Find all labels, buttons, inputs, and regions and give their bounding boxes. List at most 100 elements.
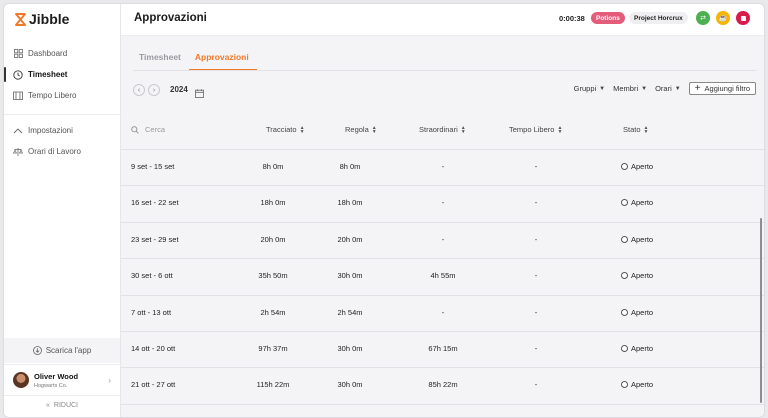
sidebar-item-timesheet[interactable]: Timesheet — [4, 64, 121, 85]
approvals-table: Cerca Tracciato ▲ ▼ Regola ▲ ▼ Straordinar… — [121, 110, 764, 405]
col-regola[interactable]: Regola ▲ ▼ — [345, 125, 377, 134]
prev-year-button[interactable]: ‹ — [133, 84, 145, 96]
status-cell: Aperto — [621, 271, 653, 280]
tracked-cell: 35h 50m — [258, 271, 288, 281]
sidebar-item-tempo-libero[interactable]: Tempo Libero — [4, 85, 121, 106]
project-badge[interactable]: Project Horcrux — [629, 12, 688, 24]
status-circle-icon — [621, 308, 628, 316]
sidebar-item-orari-di-lavoro[interactable]: Orari di Lavoro — [4, 141, 121, 162]
timeoff-cell: - — [534, 271, 538, 281]
tab-timesheet[interactable]: Timesheet — [133, 49, 189, 71]
timeoff-cell: - — [534, 380, 538, 390]
table-row[interactable]: 14 ott - 20 ott 97h 37m 30h 0m 67h 15m -… — [121, 332, 764, 369]
tab-approvazioni[interactable]: Approvazioni — [188, 49, 257, 71]
filter-label: Orari — [655, 84, 672, 93]
filter-orari[interactable]: Orari ▼ — [655, 84, 681, 93]
break-button[interactable]: ☕ — [716, 11, 730, 25]
top-header: Approvazioni 0:00:38 Potions Project Hor… — [121, 4, 764, 36]
logo-text: Jibble — [29, 11, 70, 27]
table-row[interactable]: 16 set - 22 set 18h 0m 18h 0m - - Aperto — [121, 186, 764, 223]
stop-timer-button[interactable] — [736, 11, 750, 25]
sidebar-item-dashboard[interactable]: Dashboard — [4, 43, 121, 64]
calendar-icon — [13, 91, 23, 101]
status-label: Aperto — [631, 307, 654, 317]
chevron-up-icon — [13, 126, 23, 136]
timeoff-cell: - — [534, 343, 538, 353]
sidebar: Jibble Dashboard Timesheet Tempo Libero — [4, 4, 121, 417]
toolbar: ‹ › 2024 Gruppi ▼ Membri ▼ Orari ▼ + Agg… — [133, 82, 756, 98]
overtime-cell: 67h 15m — [428, 343, 458, 353]
switch-activity-button[interactable]: ⇄ — [696, 11, 710, 25]
table-row[interactable]: 30 set - 6 ott 35h 50m 30h 0m 4h 55m - A… — [121, 259, 764, 296]
user-profile[interactable]: Oliver Wood Hogwarts Co. › — [4, 366, 120, 394]
filter-gruppi[interactable]: Gruppi ▼ — [574, 84, 605, 93]
stop-icon — [740, 15, 746, 21]
tabs: Timesheet Approvazioni — [133, 49, 257, 71]
col-tempo-libero[interactable]: Tempo Libero ▲ ▼ — [509, 125, 562, 134]
download-app-button[interactable]: Scarica l'app — [4, 338, 120, 363]
status-circle-icon — [621, 272, 628, 280]
sort-icon: ▲ ▼ — [557, 124, 563, 135]
table-row[interactable]: 23 set - 29 set 20h 0m 20h 0m - - Aperto — [121, 223, 764, 260]
sidebar-item-label: Dashboard — [28, 49, 68, 58]
week-cell: 23 set - 29 set — [131, 234, 179, 244]
download-icon — [32, 346, 42, 355]
status-circle-icon — [621, 199, 628, 207]
settings-nav: Impostazioni Orari di Lavoro — [4, 120, 121, 162]
regular-cell: 18h 0m — [337, 198, 363, 208]
week-cell: 7 ott - 13 ott — [131, 307, 172, 317]
chevron-left-icon: ‹ — [137, 86, 141, 94]
table-row[interactable]: 9 set - 15 set 8h 0m 8h 0m - - Aperto — [121, 150, 764, 187]
overtime-cell: - — [441, 234, 445, 244]
search-input[interactable]: Cerca — [131, 125, 165, 134]
col-straordinari[interactable]: Straordinari ▲ ▼ — [419, 125, 466, 134]
filter-membri[interactable]: Membri ▼ — [613, 84, 647, 93]
sidebar-item-label: Tempo Libero — [28, 91, 77, 100]
scale-icon — [13, 147, 23, 157]
overtime-cell: 85h 22m — [428, 380, 458, 390]
add-filter-button[interactable]: + Aggiungi filtro — [688, 82, 756, 95]
caret-down-icon: ▼ — [599, 85, 606, 92]
week-cell: 30 set - 6 ott — [131, 271, 173, 281]
status-label: Aperto — [631, 380, 654, 390]
week-cell: 21 ott - 27 ott — [131, 380, 176, 390]
coffee-icon: ☕ — [718, 15, 728, 22]
regular-cell: 30h 0m — [337, 380, 363, 390]
collapse-label: RIDUCI — [53, 401, 79, 409]
filters: Gruppi ▼ Membri ▼ Orari ▼ + Aggiungi fil… — [574, 82, 756, 95]
status-cell: Aperto — [621, 198, 653, 207]
status-circle-icon — [621, 381, 628, 389]
column-label: Straordinari — [419, 125, 458, 134]
collapse-sidebar-button[interactable]: « RIDUCI — [4, 397, 120, 413]
column-label: Stato — [623, 125, 641, 134]
scrollbar[interactable] — [760, 218, 762, 403]
switch-icon: ⇄ — [700, 15, 706, 22]
year-label: 2024 — [170, 85, 188, 94]
user-org: Hogwarts Co. — [34, 382, 68, 389]
sort-icon: ▲ ▼ — [371, 124, 377, 135]
table-row[interactable]: 7 ott - 13 ott 2h 54m 2h 54m - - Aperto — [121, 296, 764, 332]
activity-badge[interactable]: Potions — [591, 12, 625, 24]
timeoff-cell: - — [534, 198, 538, 208]
search-placeholder: Cerca — [145, 125, 166, 134]
calendar-picker-icon[interactable] — [195, 85, 204, 103]
jibble-logo-icon — [15, 12, 26, 26]
status-cell: Aperto — [621, 380, 653, 389]
week-cell: 14 ott - 20 ott — [131, 343, 176, 353]
next-year-button[interactable]: › — [148, 84, 160, 96]
double-chevron-left-icon: « — [45, 401, 50, 409]
table-row[interactable]: 21 ott - 27 ott 115h 22m 30h 0m 85h 22m … — [121, 368, 764, 405]
logo[interactable]: Jibble — [15, 11, 69, 27]
week-cell: 16 set - 22 set — [131, 198, 179, 208]
col-tracciato[interactable]: Tracciato ▲ ▼ — [266, 125, 305, 134]
status-cell: Aperto — [621, 344, 653, 353]
regular-cell: 8h 0m — [339, 162, 361, 171]
overtime-cell: 4h 55m — [430, 271, 456, 281]
sidebar-item-impostazioni[interactable]: Impostazioni — [4, 120, 121, 141]
filter-label: Membri — [613, 84, 639, 93]
sort-icon: ▲ ▼ — [643, 124, 649, 135]
overtime-cell: - — [441, 198, 445, 208]
chevron-right-icon: › — [108, 376, 111, 385]
caret-down-icon: ▼ — [641, 85, 648, 92]
col-stato[interactable]: Stato ▲ ▼ — [623, 125, 648, 134]
